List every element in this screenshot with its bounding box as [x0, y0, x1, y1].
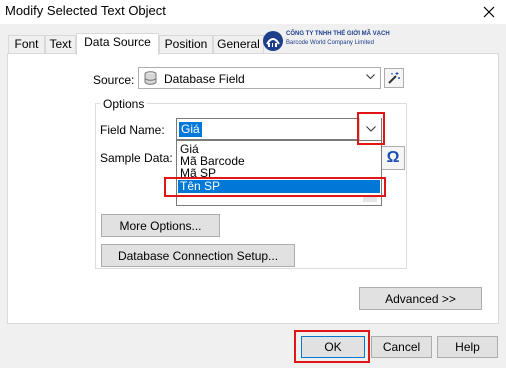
window-title: Modify Selected Text Object [5, 3, 166, 18]
data-wizard-button[interactable] [384, 68, 404, 88]
chevron-down-icon [366, 74, 375, 80]
close-button[interactable] [476, 1, 502, 22]
source-value: Database Field [164, 72, 245, 86]
field-name-combobox[interactable]: Giá [176, 118, 382, 140]
logo-mark-icon [263, 31, 283, 51]
omega-icon: Ω [386, 149, 400, 166]
help-button[interactable]: Help [437, 336, 498, 358]
special-character-button[interactable]: Ω [381, 146, 405, 170]
company-logo: CÔNG TY TNHH THẾ GIỚI MÃ VẠCH Barcode Wo… [262, 29, 390, 53]
logo-company-name: CÔNG TY TNHH THẾ GIỚI MÃ VẠCH [286, 31, 390, 37]
tab-general[interactable]: General [213, 35, 264, 54]
more-options-button[interactable]: More Options... [101, 214, 220, 237]
cancel-button[interactable]: Cancel [371, 336, 432, 358]
magic-wand-icon [388, 72, 400, 84]
title-bar: Modify Selected Text Object [0, 0, 506, 24]
field-name-value: Giá [179, 122, 202, 137]
source-label: Source: [93, 73, 135, 87]
database-connection-setup-button[interactable]: Database Connection Setup... [101, 244, 295, 267]
highlight-dropdown-arrow [357, 112, 385, 145]
source-dropdown[interactable]: Database Field [138, 67, 381, 89]
tab-font[interactable]: Font [8, 35, 45, 54]
highlight-selected-item [164, 177, 386, 197]
tab-position[interactable]: Position [159, 35, 213, 54]
field-name-label: Field Name: [100, 123, 165, 137]
options-title: Options [100, 97, 148, 111]
sample-data-label: Sample Data: [100, 151, 173, 165]
close-icon [483, 6, 495, 17]
tab-data-source[interactable]: Data Source [76, 33, 159, 55]
database-icon [144, 71, 157, 85]
highlight-ok-button [294, 330, 370, 363]
tab-text[interactable]: Text [45, 35, 76, 54]
advanced-button[interactable]: Advanced >> [359, 287, 482, 310]
logo-company-name-en: Barcode World Company Limited [286, 40, 374, 46]
